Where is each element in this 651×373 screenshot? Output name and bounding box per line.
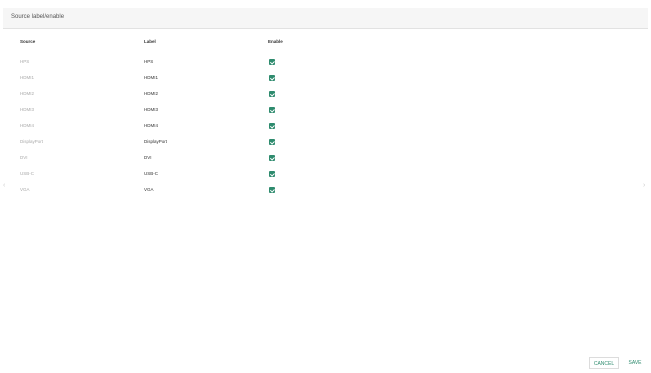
source-label[interactable]: VGA bbox=[144, 184, 154, 196]
enable-checkbox[interactable] bbox=[269, 59, 275, 65]
source-name: USB-C bbox=[20, 171, 35, 176]
source-name: HDMI2 bbox=[20, 91, 35, 96]
save-button[interactable]: SAVE bbox=[624, 357, 646, 369]
table-row: HDMI3 HDMI3 bbox=[0, 104, 651, 116]
table-row: HPS HPS bbox=[0, 56, 651, 68]
dialog-title: Source label/enable bbox=[11, 14, 65, 20]
dialog-titlebar: Source label/enable bbox=[3, 8, 648, 29]
source-label[interactable]: HDMI1 bbox=[144, 72, 158, 84]
table-row: DVI DVI bbox=[0, 152, 651, 164]
source-label-enable-screen: Source label/enable Source Label Enable … bbox=[0, 0, 651, 373]
source-label[interactable]: HDMI2 bbox=[144, 88, 158, 100]
enable-checkbox[interactable] bbox=[269, 139, 275, 145]
source-label[interactable]: HDMI4 bbox=[144, 120, 158, 132]
table-row: USB-C USB-C bbox=[0, 168, 651, 180]
source-name: DisplayPort bbox=[20, 139, 44, 144]
source-label[interactable]: DisplayPort bbox=[144, 136, 167, 148]
table-row: HDMI1 HDMI1 bbox=[0, 72, 651, 84]
table-header-row: Source Label Enable bbox=[0, 36, 651, 48]
source-label[interactable]: HDMI3 bbox=[144, 104, 158, 116]
column-header-source: Source bbox=[20, 39, 36, 44]
enable-checkbox[interactable] bbox=[269, 107, 275, 113]
enable-checkbox[interactable] bbox=[269, 123, 275, 129]
table-row: DisplayPort DisplayPort bbox=[0, 136, 651, 148]
source-name: HDMI1 bbox=[20, 75, 35, 80]
enable-checkbox[interactable] bbox=[269, 155, 275, 161]
source-name: HDMI3 bbox=[20, 107, 35, 112]
enable-checkbox[interactable] bbox=[269, 91, 275, 97]
source-label[interactable]: USB-C bbox=[144, 168, 158, 180]
source-name: DVI bbox=[20, 155, 28, 160]
chevron-right-icon[interactable]: › bbox=[643, 182, 645, 190]
column-header-enable: Enable bbox=[268, 39, 283, 44]
table-row: VGA VGA bbox=[0, 184, 651, 196]
source-name: VGA bbox=[20, 187, 30, 192]
chevron-left-icon[interactable]: ‹ bbox=[3, 182, 5, 190]
table-row: HDMI4 HDMI4 bbox=[0, 120, 651, 132]
column-header-label: Label bbox=[144, 39, 156, 44]
source-name: HDMI4 bbox=[20, 123, 35, 128]
enable-checkbox[interactable] bbox=[269, 75, 275, 81]
table-row: HDMI2 HDMI2 bbox=[0, 88, 651, 100]
enable-checkbox[interactable] bbox=[269, 187, 275, 193]
source-label[interactable]: DVI bbox=[144, 152, 152, 164]
source-label[interactable]: HPS bbox=[144, 56, 153, 68]
source-name: HPS bbox=[20, 59, 30, 64]
cancel-button[interactable]: CANCEL bbox=[589, 357, 619, 369]
enable-checkbox[interactable] bbox=[269, 171, 275, 177]
